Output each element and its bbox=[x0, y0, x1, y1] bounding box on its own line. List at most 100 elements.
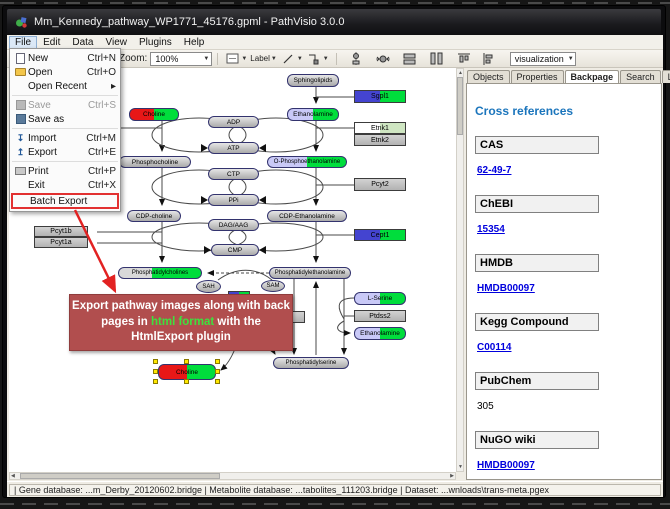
horizontal-scroll-thumb[interactable] bbox=[20, 473, 220, 479]
scroll-up-icon[interactable]: ▲ bbox=[458, 70, 463, 76]
label-tool-button[interactable]: Label bbox=[250, 54, 270, 63]
menu-edit[interactable]: Edit bbox=[37, 36, 66, 49]
scroll-right-icon[interactable]: ▶ bbox=[450, 473, 454, 479]
node-ptdss2[interactable]: Ptdss2 bbox=[354, 310, 406, 322]
xref-link[interactable]: 62-49-7 bbox=[477, 165, 511, 176]
tab-backpage[interactable]: Backpage bbox=[565, 70, 620, 84]
scroll-down-icon[interactable]: ▼ bbox=[458, 464, 463, 470]
selection-handle[interactable] bbox=[215, 369, 220, 374]
node-sam[interactable]: SAM bbox=[261, 280, 285, 292]
chevron-down-icon[interactable]: ▼ bbox=[241, 56, 247, 62]
chevron-down-icon[interactable]: ▼ bbox=[323, 56, 329, 62]
line-tool-button[interactable] bbox=[280, 51, 296, 66]
align-left-button[interactable] bbox=[481, 51, 497, 66]
visualization-combobox[interactable]: visualization ▼ bbox=[510, 52, 576, 66]
node-cmp[interactable]: CMP bbox=[211, 244, 259, 256]
print-icon bbox=[13, 167, 28, 175]
xref-link[interactable]: 15354 bbox=[477, 224, 505, 235]
menu-item-new[interactable]: New Ctrl+N bbox=[10, 51, 120, 65]
node-pcyt1a[interactable]: Pcyt1a bbox=[34, 237, 88, 248]
tab-search[interactable]: Search bbox=[620, 70, 661, 83]
node-cdp-ethanolamine[interactable]: CDP-Ethanolamine bbox=[267, 210, 347, 222]
selection-handle[interactable] bbox=[153, 379, 158, 384]
menu-help[interactable]: Help bbox=[178, 36, 211, 49]
node-pcyt2[interactable]: Pcyt2 bbox=[354, 178, 406, 191]
menu-item-batch-export[interactable]: Batch Export bbox=[11, 193, 119, 209]
node-sgpl1[interactable]: Sgpl1 bbox=[354, 90, 406, 103]
align-center-x-button[interactable] bbox=[348, 51, 364, 66]
tab-properties[interactable]: Properties bbox=[511, 70, 564, 83]
title-bar[interactable]: Mm_Kennedy_pathway_WP1771_45176.gpml - P… bbox=[7, 9, 661, 35]
node-o-phosphoethanolamine[interactable]: O-Phosphoethanolamine bbox=[267, 156, 347, 168]
common-height-button[interactable] bbox=[402, 51, 418, 66]
node-etnk2[interactable]: Etnk2 bbox=[354, 134, 406, 146]
common-width-button[interactable] bbox=[429, 51, 445, 66]
tab-objects[interactable]: Objects bbox=[467, 70, 510, 83]
export-icon: ↥ bbox=[13, 147, 28, 158]
selection-handle[interactable] bbox=[215, 359, 220, 364]
node-phosphatidylserine[interactable]: Phosphatidylserine bbox=[273, 357, 349, 369]
menu-item-save-as[interactable]: Save as bbox=[10, 112, 120, 126]
annotation-line3: HtmlExport plugin bbox=[131, 331, 231, 343]
scroll-left-icon[interactable]: ◀ bbox=[11, 473, 15, 479]
menu-item-label: Save bbox=[28, 100, 51, 111]
open-folder-icon bbox=[13, 68, 28, 76]
node-phosphatidylethanolamine[interactable]: Phosphatidylethanolamine bbox=[269, 267, 351, 279]
xref-link[interactable]: HMDB00097 bbox=[477, 460, 535, 471]
menu-item-open[interactable]: Open Ctrl+O bbox=[10, 65, 120, 79]
node-adp[interactable]: ADP bbox=[208, 116, 259, 128]
toolbar-separator bbox=[217, 53, 218, 65]
node-l-serine[interactable]: L-Serine bbox=[354, 292, 406, 305]
import-icon: ↧ bbox=[13, 133, 28, 144]
node-cdp-choline[interactable]: CDP-choline bbox=[127, 210, 181, 222]
chevron-down-icon[interactable]: ▼ bbox=[297, 56, 303, 62]
node-cept1[interactable]: Cept1 bbox=[354, 229, 406, 241]
desktop-edge-bottom bbox=[0, 503, 670, 505]
selection-handle[interactable] bbox=[184, 359, 189, 364]
menu-item-import[interactable]: ↧ Import Ctrl+M bbox=[10, 131, 120, 145]
align-top-button[interactable] bbox=[456, 51, 472, 66]
selection-handle[interactable] bbox=[215, 379, 220, 384]
node-choline-selected[interactable]: Choline bbox=[158, 364, 216, 380]
menu-data[interactable]: Data bbox=[66, 36, 99, 49]
node-dag-aag[interactable]: DAG/AAG bbox=[208, 219, 259, 231]
xref-link[interactable]: HMDB00097 bbox=[477, 283, 535, 294]
selection-handle[interactable] bbox=[153, 369, 158, 374]
menu-item-exit[interactable]: Exit Ctrl+X bbox=[10, 178, 120, 192]
menu-file[interactable]: File bbox=[9, 36, 37, 49]
menu-separator bbox=[12, 161, 118, 162]
node-ppi[interactable]: PPi bbox=[208, 194, 259, 206]
tab-legend[interactable]: Legend bbox=[662, 70, 670, 83]
canvas-horizontal-scrollbar[interactable]: ◀ ▶ bbox=[9, 472, 456, 480]
app-body: File Edit Data View Plugins Help Zoom: 1… bbox=[7, 35, 663, 497]
node-etnk1[interactable]: Etnk1 bbox=[354, 122, 406, 134]
node-phosphatidylcholines[interactable]: Phosphatidylcholines bbox=[118, 267, 202, 279]
menu-item-print[interactable]: Print Ctrl+P bbox=[10, 164, 120, 178]
menu-view[interactable]: View bbox=[99, 36, 133, 49]
node-atp[interactable]: ATP bbox=[208, 142, 259, 154]
selection-handle[interactable] bbox=[153, 359, 158, 364]
datanode-tool-button[interactable] bbox=[224, 51, 240, 66]
node-sphingolipids[interactable]: Sphingolipids bbox=[287, 74, 339, 87]
node-choline-top[interactable]: Choline bbox=[129, 108, 179, 121]
node-ethanolamine-bottom[interactable]: Ethanolamine bbox=[354, 327, 406, 340]
chevron-down-icon[interactable]: ▼ bbox=[271, 56, 277, 62]
xref-link[interactable]: C00114 bbox=[477, 342, 511, 353]
node-sah[interactable]: SAH bbox=[196, 280, 221, 293]
menu-item-label: Import bbox=[28, 133, 56, 144]
menu-shortcut: Ctrl+P bbox=[88, 166, 116, 177]
node-ctp[interactable]: CTP bbox=[208, 168, 259, 180]
vertical-scroll-thumb[interactable] bbox=[457, 77, 463, 135]
menu-item-export[interactable]: ↥ Export Ctrl+E bbox=[10, 145, 120, 159]
menu-item-open-recent[interactable]: Open Recent ▸ bbox=[10, 79, 120, 93]
connector-tool-button[interactable] bbox=[306, 51, 322, 66]
node-pcyt1b[interactable]: Pcyt1b bbox=[34, 226, 88, 237]
node-ethanolamine-top[interactable]: Ethanolamine bbox=[287, 108, 339, 121]
align-center-y-button[interactable] bbox=[375, 51, 391, 66]
menu-plugins[interactable]: Plugins bbox=[133, 36, 178, 49]
menu-item-save[interactable]: Save Ctrl+S bbox=[10, 98, 120, 112]
canvas-vertical-scrollbar[interactable]: ▲ ▼ bbox=[456, 68, 464, 472]
selection-handle[interactable] bbox=[184, 379, 189, 384]
zoom-combobox[interactable]: 100% ▼ bbox=[150, 52, 212, 66]
node-phosphocholine[interactable]: Phosphocholine bbox=[119, 156, 191, 168]
